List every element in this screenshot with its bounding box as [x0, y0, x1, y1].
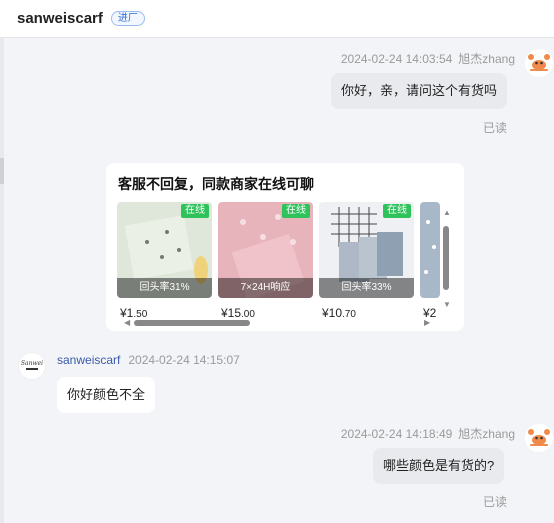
product-label: 7×24H响应 — [218, 278, 313, 298]
product-price: ¥10.70 — [322, 306, 356, 320]
product-label: 回头率33% — [319, 278, 414, 298]
triangle-left-icon[interactable]: ◀ — [124, 318, 130, 327]
message-meta: 2024-02-24 14:18:49 旭杰zhang — [341, 425, 515, 442]
product-card[interactable]: 在线 7×24H响应 — [218, 202, 313, 298]
online-tag: 在线 — [383, 204, 411, 218]
product-image — [420, 202, 440, 298]
message-time: 2024-02-24 14:03:54 — [340, 52, 453, 66]
product-price: ¥15.00 — [221, 306, 255, 320]
triangle-down-icon[interactable]: ▼ — [443, 300, 451, 309]
left-panel-edge — [0, 38, 4, 523]
message-sender: 旭杰zhang — [458, 427, 515, 441]
shop-badge: 进厂 — [110, 11, 145, 26]
message-meta: 2024-02-24 14:03:54 旭杰zhang — [341, 50, 515, 67]
product-card[interactable]: 在线 回头率33% — [319, 202, 414, 298]
horizontal-scrollbar-thumb[interactable] — [134, 320, 250, 326]
message-bubble: 你好颜色不全 — [57, 377, 156, 413]
chat-header: sanweiscarf 进厂 — [0, 0, 554, 38]
shop-logo-icon[interactable]: Sanwei — [18, 352, 46, 380]
crab-avatar-icon[interactable] — [525, 424, 553, 452]
message-bubble: 你好，亲，请问这个有货吗 — [331, 73, 508, 109]
message-time: 2024-02-24 14:18:49 — [340, 427, 453, 441]
triangle-right-icon[interactable]: ▶ — [424, 318, 430, 327]
recommend-card: 客服不回复，同款商家在线可聊 在线 回头率31% 在线 7×24H响应 在线 回… — [106, 163, 464, 331]
read-status: 已读 — [483, 495, 508, 509]
crab-avatar-icon[interactable] — [525, 49, 553, 77]
triangle-up-icon[interactable]: ▲ — [443, 208, 451, 217]
online-tag: 在线 — [181, 204, 209, 218]
shop-name[interactable]: sanweiscarf — [17, 10, 103, 27]
message-bubble: 哪些颜色是有货的? — [373, 448, 505, 484]
online-tag: 在线 — [282, 204, 310, 218]
recommend-title: 客服不回复，同款商家在线可聊 — [118, 176, 314, 192]
product-card[interactable]: 在线 回头率31% — [117, 202, 212, 298]
vertical-scrollbar-thumb[interactable] — [443, 226, 449, 290]
message-sender: 旭杰zhang — [458, 52, 515, 66]
message-meta: sanweiscarf 2024-02-24 14:15:07 — [57, 353, 240, 367]
product-card[interactable] — [420, 202, 440, 298]
message-time: 2024-02-24 14:15:07 — [128, 353, 240, 367]
product-label: 回头率31% — [117, 278, 212, 298]
message-sender[interactable]: sanweiscarf — [57, 353, 120, 367]
svg-text:Sanwei: Sanwei — [21, 360, 43, 367]
left-panel-mark — [0, 158, 4, 184]
read-status: 已读 — [483, 121, 508, 135]
